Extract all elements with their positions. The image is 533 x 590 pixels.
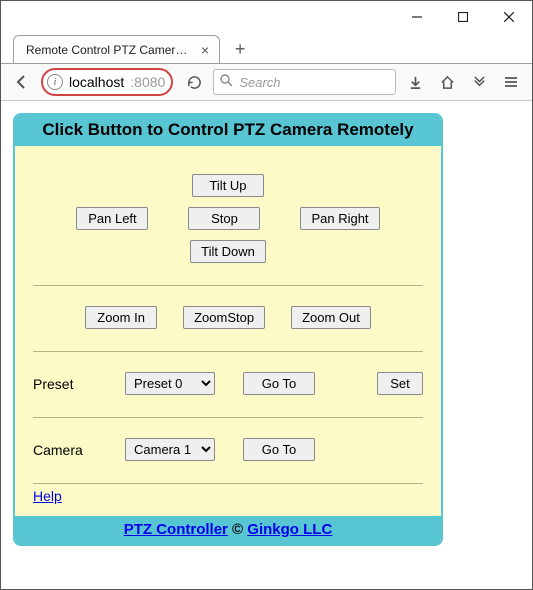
url-host: localhost	[69, 74, 124, 90]
window-titlebar	[1, 1, 532, 33]
home-button[interactable]	[434, 69, 460, 95]
new-tab-button[interactable]: +	[226, 35, 254, 63]
back-button[interactable]	[9, 69, 35, 95]
pan-right-button[interactable]: Pan Right	[300, 207, 379, 230]
url-port: :8080	[130, 74, 165, 90]
panel-title: Click Button to Control PTZ Camera Remot…	[15, 115, 441, 146]
window-minimize-button[interactable]	[394, 1, 440, 33]
browser-toolbar: i localhost :8080 Search	[1, 63, 532, 101]
copyright-symbol: ©	[232, 521, 243, 538]
window-close-button[interactable]	[486, 1, 532, 33]
hamburger-menu-button[interactable]	[498, 69, 524, 95]
preset-set-button[interactable]: Set	[377, 372, 423, 395]
downloads-button[interactable]	[402, 69, 428, 95]
camera-select[interactable]: Camera 1	[125, 438, 215, 461]
footer-company-link[interactable]: Ginkgo LLC	[247, 521, 332, 538]
ptz-panel: Click Button to Control PTZ Camera Remot…	[13, 113, 443, 546]
camera-goto-button[interactable]: Go To	[243, 438, 315, 461]
tab-strip: Remote Control PTZ Camera ... × +	[1, 33, 532, 63]
camera-label: Camera	[33, 442, 125, 458]
address-bar[interactable]: i localhost :8080	[41, 68, 173, 96]
tilt-up-button[interactable]: Tilt Up	[192, 174, 264, 197]
preset-select[interactable]: Preset 0	[125, 372, 215, 395]
search-placeholder: Search	[239, 75, 280, 90]
zoom-stop-button[interactable]: ZoomStop	[183, 306, 265, 329]
search-icon	[220, 74, 233, 90]
browser-tab[interactable]: Remote Control PTZ Camera ... ×	[13, 35, 220, 63]
pan-left-button[interactable]: Pan Left	[76, 207, 148, 230]
window-maximize-button[interactable]	[440, 1, 486, 33]
help-link[interactable]: Help	[33, 488, 62, 504]
preset-section: Preset Preset 0 Go To Set	[33, 352, 423, 417]
camera-section: Camera Camera 1 Go To	[33, 418, 423, 483]
overflow-button[interactable]	[466, 69, 492, 95]
footer-app-link[interactable]: PTZ Controller	[124, 521, 228, 538]
page-viewport: Click Button to Control PTZ Camera Remot…	[1, 101, 532, 589]
preset-goto-button[interactable]: Go To	[243, 372, 315, 395]
zoom-out-button[interactable]: Zoom Out	[291, 306, 371, 329]
zoom-in-button[interactable]: Zoom In	[85, 306, 157, 329]
site-info-icon[interactable]: i	[47, 74, 63, 90]
tab-title: Remote Control PTZ Camera ...	[26, 43, 191, 57]
tilt-pan-section: Tilt Up Pan Left Stop Pan Right Tilt Dow…	[33, 154, 423, 285]
stop-button[interactable]: Stop	[188, 207, 260, 230]
tilt-down-button[interactable]: Tilt Down	[190, 240, 266, 263]
zoom-section: Zoom In ZoomStop Zoom Out	[33, 286, 423, 351]
reload-button[interactable]	[181, 68, 207, 96]
close-tab-icon[interactable]: ×	[201, 43, 209, 57]
search-box[interactable]: Search	[213, 69, 396, 95]
panel-footer: PTZ Controller © Ginkgo LLC	[15, 516, 441, 544]
help-section: Help	[33, 484, 423, 512]
preset-label: Preset	[33, 376, 125, 392]
